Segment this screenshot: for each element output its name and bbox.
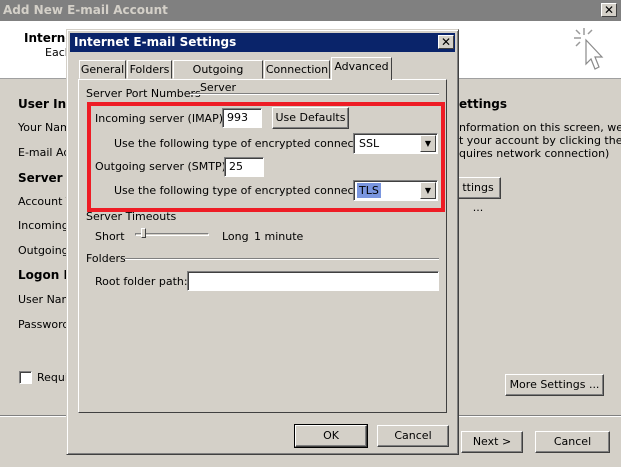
timeout-value: 1 minute [254,230,304,243]
password-label: Password: [18,318,74,331]
window-close-button[interactable]: ✕ [601,3,617,17]
wizard-cancel-button[interactable]: Cancel [535,431,610,453]
test-settings-heading: ettings [459,97,507,111]
tab-folders[interactable]: Folders [127,60,172,79]
cursor-sparkle-icon [574,28,604,70]
tab-advanced[interactable]: Advanced [331,57,392,80]
ok-button[interactable]: OK [294,424,368,448]
server-ports-group-label: Server Port Numbers [86,87,201,100]
root-folder-label: Root folder path: [95,275,188,288]
more-settings-button[interactable]: More Settings ... [505,374,604,396]
test-desc-line1: nformation on this screen, we [459,121,621,134]
timeout-slider-thumb[interactable] [141,228,147,238]
test-desc-line2: t your account by clicking the [459,134,621,147]
window-title: Add New E-mail Account [0,0,621,21]
test-desc-line3: quires network connection) [459,147,610,160]
timeout-short-label: Short [95,230,125,243]
tab-outgoing-server[interactable]: Outgoing Server [173,60,263,94]
tab-connection[interactable]: Connection [264,60,330,79]
dialog-title: Internet E-mail Settings [70,33,455,52]
highlight-box [87,102,445,212]
folders-divider [125,258,439,260]
account-type-label: Account T [18,195,73,208]
folders-group-label: Folders [86,252,126,265]
test-account-settings-button[interactable]: ttings ... [455,177,501,214]
root-folder-input[interactable] [187,271,439,291]
require-spa-checkbox[interactable] [19,371,32,384]
next-button[interactable]: Next > [461,431,523,453]
timeout-long-label: Long [222,230,249,243]
dialog-close-button[interactable]: ✕ [438,35,454,49]
server-ports-divider [190,93,439,95]
tab-general[interactable]: General [79,60,126,79]
dialog-cancel-button[interactable]: Cancel [377,425,449,447]
